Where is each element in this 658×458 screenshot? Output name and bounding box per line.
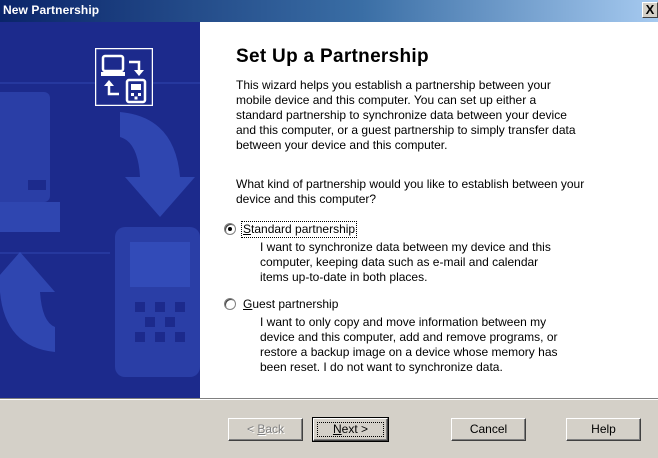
cancel-button[interactable]: Cancel (451, 418, 526, 441)
window-title: New Partnership (3, 3, 100, 17)
question-line: device and this computer? (236, 192, 377, 206)
back-button[interactable]: < Back (228, 418, 303, 441)
next-button[interactable]: Next > (312, 417, 389, 442)
wizard-banner (0, 22, 200, 398)
description-line: device and this computer, add and remove… (260, 330, 558, 344)
wizard-footer: < Back Next > Cancel Help (0, 400, 658, 458)
arrow-down-shape (120, 112, 195, 217)
description-line: been reset. I do not want to synchronize… (260, 360, 503, 374)
intro-line: and this computer, or a guest partnershi… (236, 123, 576, 137)
intro-line: between your device and this computer. (236, 138, 448, 152)
description-line: items up-to-date in both places. (260, 270, 428, 284)
standard-partnership-radio[interactable] (224, 223, 236, 235)
description-line: computer, keeping data such as e-mail an… (260, 255, 539, 269)
intro-line: standard partnership to synchronize data… (236, 108, 567, 122)
help-button[interactable]: Help (566, 418, 641, 441)
title-bar[interactable]: New Partnership X (0, 0, 658, 22)
arrow-up-shape (0, 252, 55, 352)
description-line: restore a backup image on a device whose… (260, 345, 558, 359)
standard-partnership-label[interactable]: Standard partnership (240, 221, 358, 238)
page-title: Set Up a Partnership (236, 46, 429, 67)
guest-partnership-label[interactable]: Guest partnership (242, 297, 339, 312)
intro-line: This wizard helps you establish a partne… (236, 78, 551, 92)
guest-partnership-radio[interactable] (224, 298, 236, 310)
standard-partnership-description: I want to synchronize data between my de… (260, 240, 610, 285)
intro-text: This wizard helps you establish a partne… (236, 78, 641, 153)
question-text: What kind of partnership would you like … (236, 177, 641, 207)
description-line: I want to only copy and move information… (260, 315, 547, 329)
wizard-content: Set Up a Partnership This wizard helps y… (200, 22, 658, 398)
description-line: I want to synchronize data between my de… (260, 240, 551, 254)
intro-line: mobile device and this computer. You can… (236, 93, 537, 107)
sync-devices-icon (95, 48, 153, 106)
guest-partnership-description: I want to only copy and move information… (260, 315, 610, 375)
question-line: What kind of partnership would you like … (236, 177, 585, 191)
close-button[interactable]: X (642, 2, 658, 18)
